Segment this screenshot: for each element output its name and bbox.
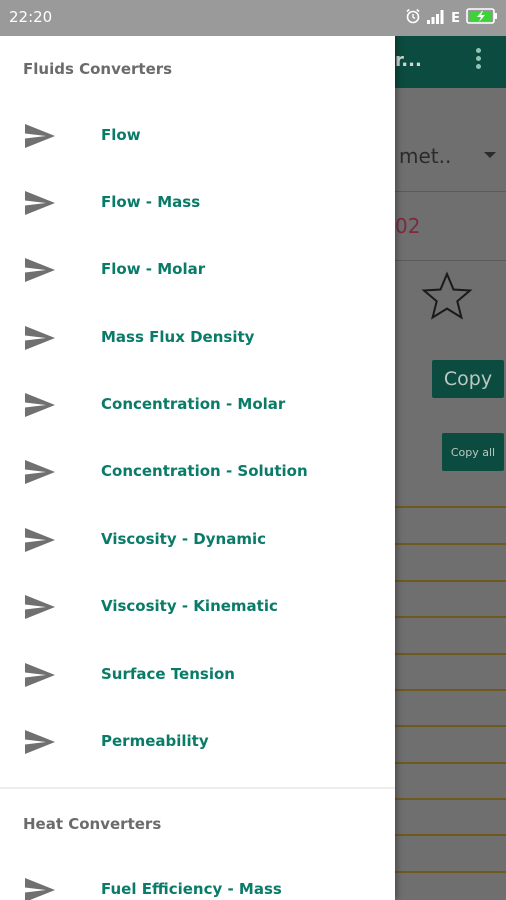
copy-all-button[interactable]: Copy all <box>442 433 504 471</box>
section-divider <box>0 787 395 789</box>
divider <box>395 191 506 192</box>
toolbar-title: r... <box>395 50 422 71</box>
dropdown-arrow-icon <box>484 152 496 158</box>
drawer-item-concentration-molar[interactable]: Concentration - Molar <box>0 375 395 435</box>
drawer-item-concentration-solution[interactable]: Concentration - Solution <box>0 442 395 502</box>
app-toolbar: r... <box>395 36 506 88</box>
drawer-item-label: Flow <box>101 126 141 144</box>
drawer-item-viscosity-dynamic[interactable]: Viscosity - Dynamic <box>0 510 395 570</box>
send-icon <box>25 124 55 148</box>
status-bar: 22:20 E <box>0 0 506 36</box>
drawer-item-label: Flow - Molar <box>101 260 206 278</box>
drawer-item-label: Viscosity - Dynamic <box>101 530 266 548</box>
network-type: E <box>451 10 460 26</box>
alarm-icon <box>405 8 421 28</box>
drawer-item-flow-molar[interactable]: Flow - Molar <box>0 240 395 300</box>
drawer-item-label: Concentration - Solution <box>101 462 308 480</box>
drawer-item-label: Viscosity - Kinematic <box>101 597 278 615</box>
send-icon <box>25 191 55 215</box>
result-list <box>395 506 506 900</box>
send-icon <box>25 528 55 552</box>
send-icon <box>25 460 55 484</box>
drawer-item-flow-mass[interactable]: Flow - Mass <box>0 173 395 233</box>
drawer-item-label: Permeability <box>101 732 209 750</box>
navigation-drawer: Fluids Converters Flow Flow - Mass Flow … <box>0 36 395 900</box>
drawer-item-fuel-efficiency-mass[interactable]: Fuel Efficiency - Mass <box>0 860 395 900</box>
drawer-item-label: Flow - Mass <box>101 193 201 211</box>
signal-icon <box>427 9 445 28</box>
status-time: 22:20 <box>9 8 53 26</box>
send-icon <box>25 595 55 619</box>
status-icons: E <box>405 7 498 29</box>
drawer-item-mass-flux-density[interactable]: Mass Flux Density <box>0 308 395 368</box>
drawer-item-label: Concentration - Molar <box>101 395 286 413</box>
drawer-item-label: Surface Tension <box>101 665 235 683</box>
drawer-item-label: Mass Flux Density <box>101 328 255 346</box>
drawer-item-permeability[interactable]: Permeability <box>0 712 395 772</box>
drawer-item-label: Fuel Efficiency - Mass <box>101 880 282 898</box>
divider <box>395 260 506 261</box>
send-icon <box>25 393 55 417</box>
drawer-item-surface-tension[interactable]: Surface Tension <box>0 645 395 705</box>
unit-selector[interactable]: met.. <box>399 144 451 168</box>
overflow-menu-icon[interactable] <box>474 48 482 72</box>
copy-button[interactable]: Copy <box>432 360 504 398</box>
battery-charging-icon <box>466 8 498 28</box>
star-icon[interactable] <box>421 270 473 322</box>
send-icon <box>25 663 55 687</box>
send-icon <box>25 730 55 754</box>
drawer-item-flow[interactable]: Flow <box>0 106 395 166</box>
send-icon <box>25 326 55 350</box>
section-header-heat: Heat Converters <box>23 815 162 833</box>
background-app: r... met.. 02 Copy Copy all <box>395 36 506 900</box>
drawer-item-viscosity-kinematic[interactable]: Viscosity - Kinematic <box>0 577 395 637</box>
result-value: 02 <box>395 214 421 238</box>
send-icon <box>25 878 55 900</box>
send-icon <box>25 258 55 282</box>
section-header-fluids: Fluids Converters <box>23 60 173 78</box>
